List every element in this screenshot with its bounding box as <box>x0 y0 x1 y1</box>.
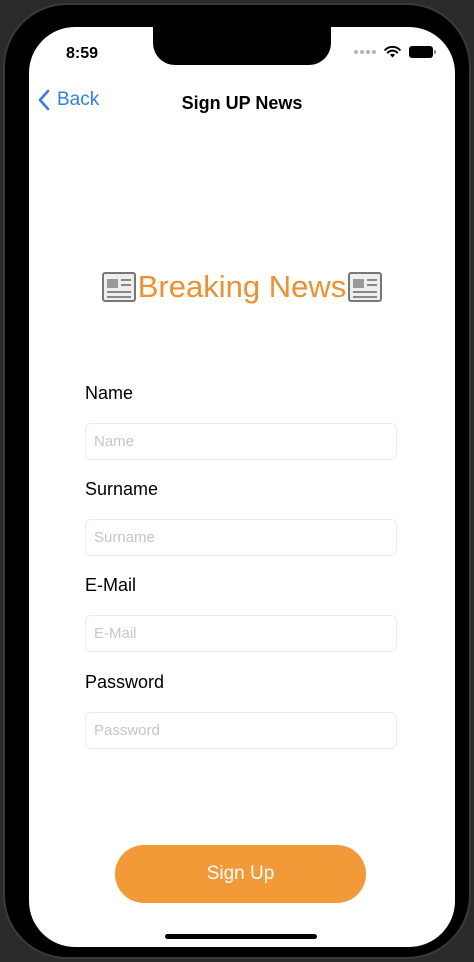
signal-icon <box>354 49 376 54</box>
name-label: Name <box>85 383 134 403</box>
password-label: Password <box>85 672 165 692</box>
newspaper-icon <box>348 272 383 302</box>
headline-text: Breaking News <box>137 269 347 304</box>
notch <box>153 27 331 65</box>
status-icons <box>354 45 436 58</box>
battery-icon <box>409 45 436 58</box>
navigation-bar: Back Sign UP News <box>29 89 455 119</box>
page-title: Sign UP News <box>181 93 303 113</box>
surname-label: Surname <box>85 479 159 499</box>
wifi-icon <box>384 45 401 58</box>
app-screen: 8:59 Back Sign UP News Breaking News Nam… <box>29 27 455 947</box>
headline: Breaking News <box>29 269 455 305</box>
newspaper-icon <box>101 272 136 302</box>
name-field[interactable] <box>85 423 397 460</box>
email-label: E-Mail <box>85 575 137 595</box>
surname-field[interactable] <box>85 519 397 556</box>
password-field[interactable] <box>85 712 397 749</box>
sign-up-button[interactable]: Sign Up <box>115 845 366 903</box>
home-indicator <box>165 934 317 939</box>
phone-frame: 8:59 Back Sign UP News Breaking News Nam… <box>3 3 471 959</box>
status-time: 8:59 <box>66 45 99 62</box>
email-field[interactable] <box>85 615 397 652</box>
